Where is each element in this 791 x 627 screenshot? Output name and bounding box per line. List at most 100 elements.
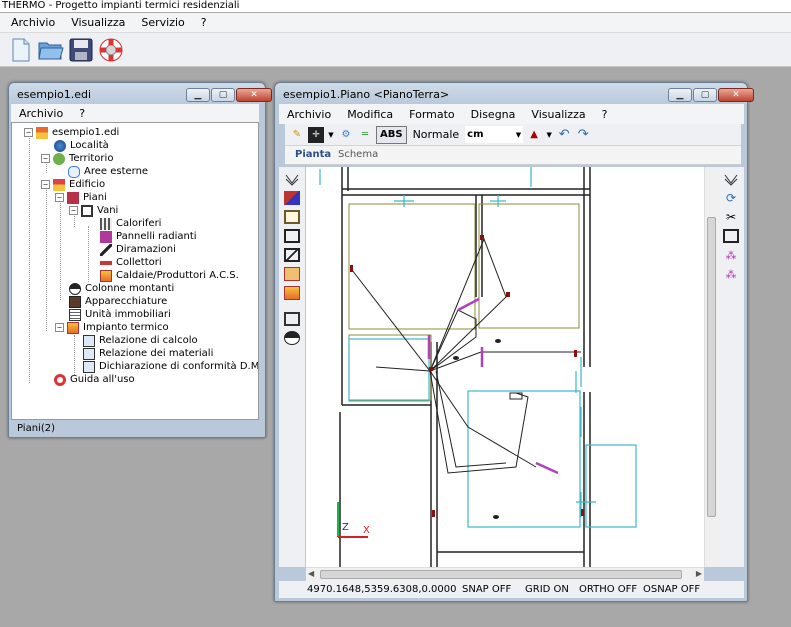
- tree-node-apparecchiature[interactable]: Apparecchiature: [69, 295, 167, 308]
- select-room-icon[interactable]: [284, 312, 300, 326]
- scroll-thumb[interactable]: [320, 570, 682, 579]
- door-tool-icon[interactable]: [284, 267, 300, 281]
- menu-archivio[interactable]: Archivio: [3, 16, 63, 29]
- column-tool-icon[interactable]: [284, 331, 300, 345]
- unit-select[interactable]: cm ▼: [465, 126, 524, 143]
- window-tool-icon[interactable]: [284, 286, 300, 300]
- tab-schema[interactable]: Schema: [338, 149, 378, 160]
- close-icon[interactable]: ✕: [718, 88, 754, 102]
- plan-menu-disegna[interactable]: Disegna: [463, 108, 524, 121]
- tree-node-edificio[interactable]: − Edificio: [41, 178, 105, 191]
- tree-node-dichiarazione[interactable]: Dichiarazione di conformità D.M. 37/08: [83, 360, 258, 373]
- tree-node-collettori[interactable]: Collettori: [100, 256, 162, 269]
- ortho-status[interactable]: ORTHO OFF: [579, 584, 637, 595]
- tree-node-pannelli[interactable]: Pannelli radianti: [100, 230, 197, 243]
- room-color-tool-icon[interactable]: [284, 191, 300, 205]
- cursor-coordinates: 4970.1648,5359.6308,0.0000: [307, 584, 457, 595]
- wall-tool-icon[interactable]: [284, 172, 300, 186]
- equipment-icon: [69, 295, 81, 308]
- tree-node-unita[interactable]: Unità immobiliari: [69, 308, 171, 321]
- project-tree: − esempio1.edi Località − Territorio Aree …: [11, 122, 259, 420]
- tree-node-caldaie[interactable]: Caldaie/Produttori A.C.S.: [100, 269, 239, 282]
- tree-node-root[interactable]: − esempio1.edi: [24, 126, 119, 139]
- tree-node-impianto[interactable]: − Impianto termico: [55, 321, 169, 334]
- tree-node-localita[interactable]: Località: [54, 139, 109, 152]
- tree-node-diramazioni[interactable]: Diramazioni: [100, 243, 176, 256]
- mode-label[interactable]: Normale: [410, 128, 463, 141]
- grid-status[interactable]: GRID ON: [525, 584, 569, 595]
- new-file-icon[interactable]: [8, 37, 34, 63]
- tree-node-territorio[interactable]: − Territorio: [41, 152, 113, 165]
- snap-point-icon[interactable]: ✛: [308, 126, 324, 143]
- color-picker-icon[interactable]: ▲: [526, 127, 542, 143]
- lifebuoy-icon: [54, 373, 66, 386]
- refresh-icon[interactable]: ⟳: [723, 191, 739, 205]
- scroll-left-icon[interactable]: ◀: [308, 569, 314, 578]
- tree-menu-help[interactable]: ?: [71, 107, 93, 120]
- osnap-status[interactable]: OSNAP OFF: [643, 584, 700, 595]
- frame-tool-icon[interactable]: [723, 229, 739, 243]
- horizontal-scrollbar[interactable]: ◀ ▶: [306, 567, 704, 581]
- maximize-icon[interactable]: ▢: [211, 88, 235, 102]
- tree-node-piani[interactable]: − Piani: [55, 191, 107, 204]
- undo-icon[interactable]: ↶: [556, 127, 572, 143]
- word-doc-icon: [83, 360, 95, 373]
- collapse-toggle[interactable]: −: [55, 193, 64, 202]
- collapse-toggle[interactable]: −: [24, 128, 33, 137]
- app-title: THERMO - Progetto impianti termici resid…: [2, 0, 240, 11]
- minimize-icon[interactable]: ▁: [186, 88, 210, 102]
- globe-icon: [54, 139, 66, 152]
- scroll-right-icon[interactable]: ▶: [696, 569, 702, 578]
- tree-window-controls: ▁ ▢ ✕: [186, 88, 272, 102]
- tree-node-colonne[interactable]: Colonne montanti: [69, 282, 174, 295]
- menu-servizio[interactable]: Servizio: [133, 16, 192, 29]
- collapse-toggle[interactable]: −: [55, 323, 64, 332]
- minimize-icon[interactable]: ▁: [668, 88, 692, 102]
- tree-node-rel-materiali[interactable]: Relazione dei materiali: [83, 347, 213, 360]
- help-lifebuoy-icon[interactable]: [98, 37, 124, 63]
- layers-icon[interactable]: ⚙: [338, 127, 354, 143]
- save-disk-icon[interactable]: [68, 37, 94, 63]
- tree-node-aree-esterne[interactable]: Aree esterne: [68, 165, 148, 178]
- diagonal-room-tool-icon[interactable]: [284, 248, 300, 262]
- tree-node-guida[interactable]: Guida all'uso: [54, 373, 135, 386]
- node-tool-icon[interactable]: ⁂: [723, 248, 739, 262]
- wall-tool-icon[interactable]: [723, 172, 739, 186]
- house-icon: [36, 126, 48, 139]
- floor-plan-canvas[interactable]: Z X: [306, 167, 704, 567]
- dropdown-arrow-icon[interactable]: ▼: [545, 127, 553, 143]
- plan-menu-modifica[interactable]: Modifica: [339, 108, 401, 121]
- redo-icon[interactable]: ↷: [575, 127, 591, 143]
- rect-room-tool-icon[interactable]: [284, 229, 300, 243]
- abs-toggle[interactable]: ABS: [376, 125, 407, 144]
- terrain-icon: [53, 152, 65, 165]
- collapse-toggle[interactable]: −: [69, 206, 78, 215]
- plan-menu-visualizza[interactable]: Visualizza: [523, 108, 593, 121]
- tree-node-vani[interactable]: − Vani: [69, 204, 118, 217]
- tree-menu-archivio[interactable]: Archivio: [11, 107, 71, 120]
- menu-visualizza[interactable]: Visualizza: [63, 16, 133, 29]
- open-folder-icon[interactable]: [38, 37, 64, 63]
- tree-node-rel-calcolo[interactable]: Relazione di calcolo: [83, 334, 198, 347]
- collapse-toggle[interactable]: −: [41, 180, 50, 189]
- plan-menu-help[interactable]: ?: [594, 108, 616, 121]
- scroll-thumb[interactable]: [707, 217, 716, 517]
- line-style-icon[interactable]: ═: [357, 127, 373, 143]
- vertical-scrollbar[interactable]: [704, 167, 718, 567]
- maximize-icon[interactable]: ▢: [693, 88, 717, 102]
- plan-menu-archivio[interactable]: Archivio: [279, 108, 339, 121]
- close-icon[interactable]: ✕: [236, 88, 272, 102]
- housing-unit-icon: [69, 308, 81, 321]
- room-tool-icon[interactable]: [284, 210, 300, 224]
- area-polygon-icon: [68, 165, 80, 178]
- snap-status[interactable]: SNAP OFF: [462, 584, 511, 595]
- tab-pianta[interactable]: Pianta: [295, 149, 331, 160]
- dropdown-arrow-icon[interactable]: ▼: [327, 127, 335, 143]
- tree-node-caloriferi[interactable]: Caloriferi: [100, 217, 161, 230]
- tools-icon[interactable]: ✂: [723, 210, 739, 224]
- pencil-icon[interactable]: ✎: [289, 127, 305, 143]
- menu-help[interactable]: ?: [193, 16, 215, 29]
- collapse-toggle[interactable]: −: [41, 154, 50, 163]
- plan-menu-formato[interactable]: Formato: [401, 108, 463, 121]
- branch-node-icon[interactable]: ⁂: [723, 267, 739, 281]
